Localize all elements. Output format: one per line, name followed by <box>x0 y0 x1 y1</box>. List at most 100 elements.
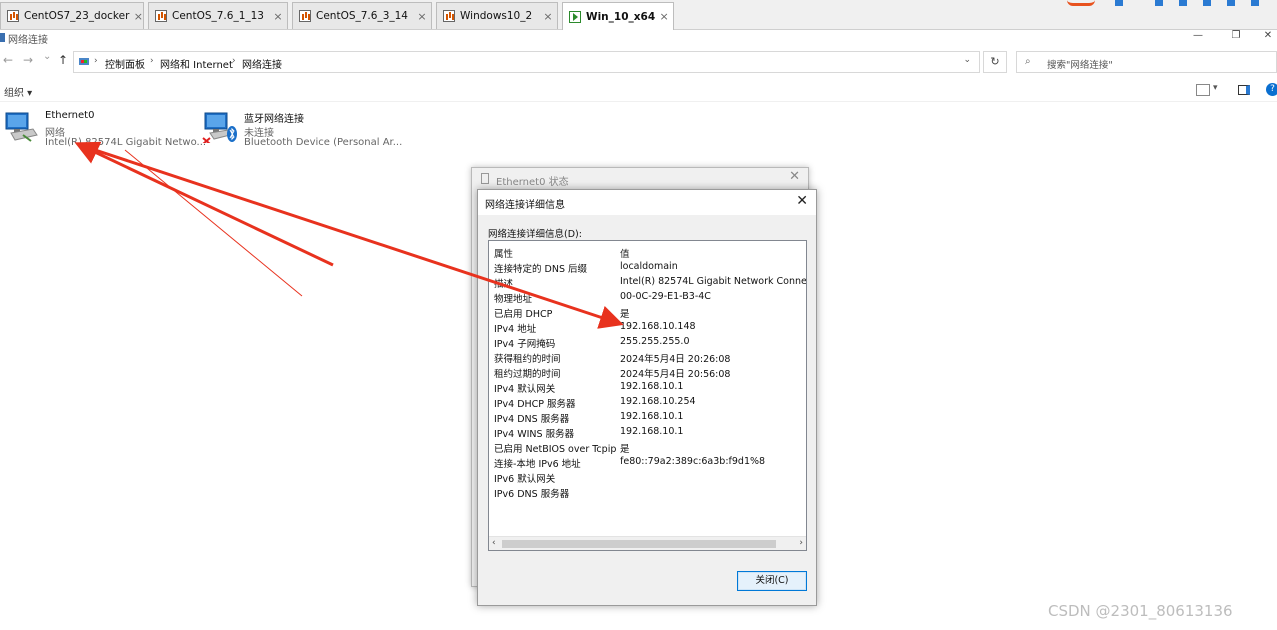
tab-centos-7-6-3-14[interactable]: CentOS_7.6_3_14 × <box>292 2 432 29</box>
list-item[interactable]: 已启用 NetBIOS over Tcpip 是 <box>489 439 806 455</box>
connection-device: Bluetooth Device (Personal Ar... <box>244 137 403 148</box>
help-icon[interactable]: ? <box>1266 83 1277 96</box>
list-header: 属性 值 <box>489 244 806 260</box>
property-name: 连接-本地 IPv6 地址 <box>494 459 581 470</box>
logo-icon <box>1067 0 1095 6</box>
property-name: IPv4 地址 <box>494 324 537 335</box>
tab-centos7-23-docker[interactable]: CentOS7_23_docker × <box>0 2 144 29</box>
property-name: IPv4 WINS 服务器 <box>494 429 575 440</box>
breadcrumb-network-connections[interactable]: 网络连接 <box>242 56 282 71</box>
forward-button[interactable]: → <box>23 53 33 67</box>
tab-win-10-x64[interactable]: Win_10_x64 × <box>562 2 674 30</box>
list-item[interactable]: IPv4 子网掩码 255.255.255.0 <box>489 334 806 350</box>
list-item[interactable]: IPv4 默认网关 192.168.10.1 <box>489 379 806 395</box>
tab-close-icon[interactable]: × <box>129 10 147 23</box>
breadcrumb-network-internet[interactable]: 网络和 Internet <box>160 56 233 71</box>
property-name: 连接特定的 DNS 后缀 <box>494 264 587 275</box>
details-dialog-title: 网络连接详细信息 <box>485 200 565 211</box>
vm-icon <box>7 10 19 22</box>
tab-label: Windows10_2 <box>460 10 533 22</box>
connection-ethernet0[interactable]: Ethernet0 网络 Intel(R) 82574L Gigabit Net… <box>3 108 206 153</box>
search-icon: ⌕ <box>1025 56 1031 67</box>
restore-button[interactable]: ❐ <box>1226 30 1246 41</box>
network-details-dialog: 网络连接详细信息 ✕ 网络连接详细信息(D): 属性 值 连接特定的 DNS 后… <box>477 189 817 606</box>
tab-centos-7-6-1-13[interactable]: CentOS_7.6_1_13 × <box>148 2 288 29</box>
list-item[interactable]: 连接-本地 IPv6 地址 fe80::79a2:389c:6a3b:f9d1%8 <box>489 454 806 470</box>
scroll-left-icon[interactable]: ‹ <box>492 538 496 548</box>
view-options-icon[interactable] <box>1196 84 1210 96</box>
tool-icon[interactable] <box>1115 0 1123 6</box>
tab-label: CentOS_7.6_3_14 <box>316 10 408 22</box>
list-item[interactable]: 租约过期的时间 2024年5月4日 20:56:08 <box>489 364 806 380</box>
details-list[interactable]: 属性 值 连接特定的 DNS 后缀 localdomain 描述 Intel(R) … <box>488 240 807 551</box>
list-item[interactable]: 描述 Intel(R) 82574L Gigabit Network Connec… <box>489 274 807 290</box>
list-item[interactable]: IPv4 DHCP 服务器 192.168.10.254 <box>489 394 806 410</box>
connection-device: Intel(R) 82574L Gigabit Netwo... <box>45 137 207 148</box>
breadcrumb-separator: › <box>232 56 236 66</box>
property-value: 是 <box>620 444 630 455</box>
tab-close-icon[interactable]: × <box>269 10 287 23</box>
preview-pane-icon[interactable] <box>1238 85 1250 95</box>
breadcrumb-separator: › <box>150 56 154 66</box>
organize-menu[interactable]: 组织 ▾ <box>4 84 32 99</box>
tool-icon[interactable] <box>1155 0 1163 6</box>
property-value: 2024年5月4日 20:56:08 <box>620 369 731 380</box>
value-column-header[interactable]: 值 <box>620 246 630 260</box>
horizontal-scrollbar[interactable]: ‹ › <box>489 536 806 550</box>
tab-label: CentOS7_23_docker <box>24 10 130 22</box>
property-value: 192.168.10.1 <box>620 426 684 437</box>
search-input[interactable]: ⌕ 搜索"网络连接" <box>1016 51 1277 73</box>
minimize-button[interactable]: — <box>1188 30 1208 41</box>
list-item[interactable]: 连接特定的 DNS 后缀 localdomain <box>489 259 806 275</box>
tab-close-icon[interactable]: × <box>413 10 431 23</box>
property-value: Intel(R) 82574L Gigabit Network Connect <box>620 276 807 287</box>
tab-close-icon[interactable]: × <box>539 10 557 23</box>
address-bar[interactable]: › 控制面板 › 网络和 Internet › 网络连接 ⌄ <box>73 51 980 73</box>
list-item[interactable]: IPv6 DNS 服务器 <box>489 484 806 500</box>
vm-icon <box>443 10 455 22</box>
list-item[interactable]: 物理地址 00-0C-29-E1-B3-4C <box>489 289 806 305</box>
tool-icon[interactable] <box>1179 0 1187 6</box>
toolbar-icons-strip <box>1067 0 1277 8</box>
details-dialog-close-button[interactable]: ✕ <box>796 193 808 209</box>
property-value: 192.168.10.254 <box>620 396 696 407</box>
back-button[interactable]: ← <box>3 53 13 67</box>
network-adapter-icon <box>5 112 38 142</box>
breadcrumb-control-panel[interactable]: 控制面板 <box>105 56 145 71</box>
tool-icon[interactable] <box>1251 0 1259 6</box>
property-column-header[interactable]: 属性 <box>494 246 513 260</box>
list-item[interactable]: 已启用 DHCP 是 <box>489 304 806 320</box>
list-item[interactable]: IPv4 DNS 服务器 192.168.10.1 <box>489 409 806 425</box>
tab-close-icon[interactable]: × <box>655 10 673 23</box>
close-button[interactable]: 关闭(C) <box>737 571 807 591</box>
tool-icon[interactable] <box>1203 0 1211 6</box>
connection-bluetooth[interactable]: 蓝牙网络连接 未连接 Bluetooth Device (Personal Ar… <box>202 108 402 153</box>
recent-locations-button[interactable]: ⌄ <box>43 51 51 62</box>
property-name: 描述 <box>494 279 514 290</box>
property-name: 已启用 DHCP <box>494 309 553 320</box>
property-name: IPv6 DNS 服务器 <box>494 489 570 500</box>
property-value: localdomain <box>620 261 678 272</box>
list-item[interactable]: IPv4 地址 192.168.10.148 <box>489 319 806 335</box>
tool-icon[interactable] <box>1227 0 1235 6</box>
list-item[interactable]: IPv6 默认网关 <box>489 469 806 485</box>
command-bar: 组织 ▾ ▾ ? <box>0 80 1277 102</box>
control-panel-icon <box>79 58 89 65</box>
refresh-button[interactable]: ↻ <box>983 51 1007 73</box>
tab-windows10-2[interactable]: Windows10_2 × <box>436 2 558 29</box>
scrollbar-thumb[interactable] <box>502 540 776 548</box>
connection-name: 蓝牙网络连接 <box>244 114 304 125</box>
scroll-right-icon[interactable]: › <box>799 538 803 548</box>
list-item[interactable]: 获得租约的时间 2024年5月4日 20:26:08 <box>489 349 806 365</box>
property-value: 是 <box>620 309 630 320</box>
property-value: fe80::79a2:389c:6a3b:f9d1%8 <box>620 456 766 467</box>
address-dropdown-icon[interactable]: ⌄ <box>963 55 971 65</box>
status-dialog-close-button[interactable]: ✕ <box>789 169 800 184</box>
view-dropdown-icon[interactable]: ▾ <box>1213 83 1218 93</box>
vm-icon <box>299 10 311 22</box>
window-close-button[interactable]: ✕ <box>1258 30 1277 41</box>
list-item[interactable]: IPv4 WINS 服务器 192.168.10.1 <box>489 424 806 440</box>
up-button[interactable]: ↑ <box>58 53 68 67</box>
property-name: IPv4 DHCP 服务器 <box>494 399 576 410</box>
property-name: 已启用 NetBIOS over Tcpip <box>494 444 617 455</box>
